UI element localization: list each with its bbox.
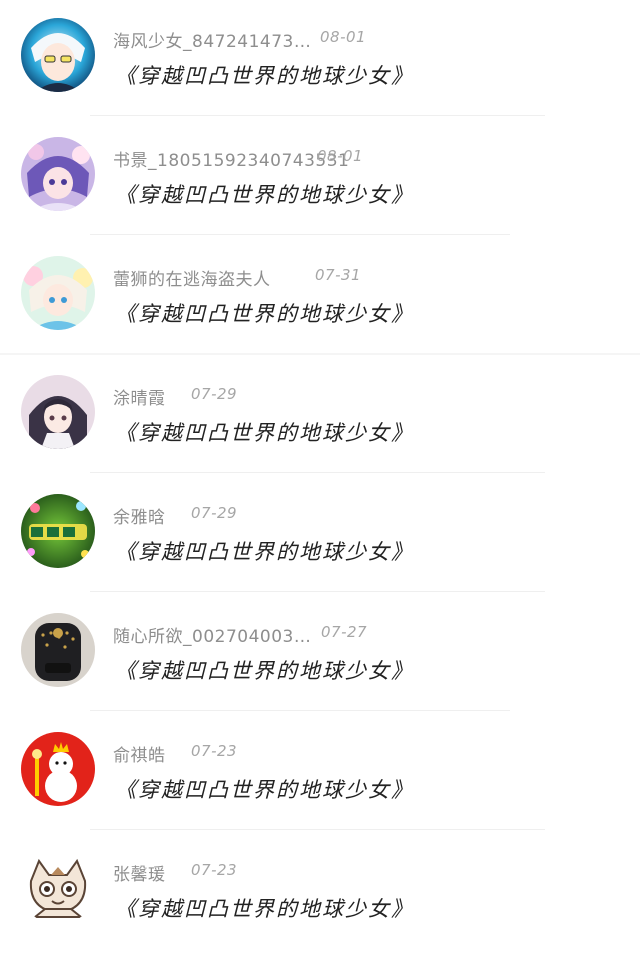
username[interactable]: 蕾狮的在逃海盗夫人 — [113, 270, 271, 290]
comment-item[interactable]: 蕾狮的在逃海盗夫人 07-31 《穿越凹凸世界的地球少女》 — [0, 238, 640, 357]
comment-date: 07-27 — [321, 623, 368, 641]
comment-meta: 书景_1805159234074353​1 08-01 — [113, 146, 363, 171]
comment-text: 《穿越凹凸世界的地球少女》 — [115, 659, 414, 683]
snowman-mascot-avatar-icon[interactable] — [21, 732, 95, 806]
divider — [90, 710, 510, 711]
username[interactable]: 海风少女_847241473… — [113, 32, 311, 52]
comment-date: 07-31 — [315, 266, 362, 284]
username[interactable]: 涂晴霞 — [113, 389, 166, 409]
divider — [90, 472, 545, 473]
comment-text: 《穿越凹凸世界的地球少女》 — [115, 302, 414, 326]
comment-meta: 张馨瑗 07-23 — [113, 860, 237, 885]
comment-item[interactable]: 随心所欲_002704003… 07-27 《穿越凹凸世界的地球少女》 — [0, 595, 640, 714]
comment-item[interactable]: 海风少女_847241473… 08-01 《穿越凹凸世界的地球少女》 — [0, 0, 640, 119]
black-backpack-avatar-icon[interactable] — [21, 613, 95, 687]
comment-meta: 涂晴霞 07-29 — [113, 384, 237, 409]
divider — [90, 115, 545, 116]
comment-text: 《穿越凹凸世界的地球少女》 — [115, 897, 414, 921]
comment-list: 海风少女_847241473… 08-01 《穿越凹凸世界的地球少女》 书景_1… — [0, 0, 640, 960]
username[interactable]: 随心所欲_002704003… — [113, 627, 311, 647]
anime-boy-avatar-icon[interactable] — [21, 18, 95, 92]
comment-item[interactable]: 书景_1805159234074353​1 08-01 《穿越凹凸世界的地球少女… — [0, 119, 640, 238]
dark-hair-girl-avatar-icon[interactable] — [21, 375, 95, 449]
comment-item[interactable]: 涂晴霞 07-29 《穿越凹凸世界的地球少女》 — [0, 357, 640, 476]
cartoon-cat-avatar-icon[interactable] — [21, 851, 95, 925]
divider — [90, 829, 545, 830]
comment-meta: 蕾狮的在逃海盗夫人 07-31 — [113, 265, 361, 290]
comment-meta: 海风少女_847241473… 08-01 — [113, 27, 366, 52]
comment-text: 《穿越凹凸世界的地球少女》 — [115, 183, 414, 207]
comment-date: 08-01 — [317, 147, 364, 165]
comment-text: 《穿越凹凸世界的地球少女》 — [115, 421, 414, 445]
comment-date: 07-23 — [191, 742, 238, 760]
divider — [0, 353, 640, 355]
comment-item[interactable]: 张馨瑗 07-23 《穿越凹凸世界的地球少女》 — [0, 833, 640, 952]
divider — [90, 234, 510, 235]
comment-text: 《穿越凹凸世界的地球少女》 — [115, 64, 414, 88]
comment-text: 《穿越凹凸世界的地球少女》 — [115, 778, 414, 802]
green-youth-text-avatar-icon[interactable] — [21, 494, 95, 568]
comment-date: 08-01 — [320, 28, 367, 46]
comment-text: 《穿越凹凸世界的地球少女》 — [115, 540, 414, 564]
comment-date: 07-23 — [191, 861, 238, 879]
comment-meta: 俞祺皓 07-23 — [113, 741, 237, 766]
purple-hair-anime-avatar-icon[interactable] — [21, 137, 95, 211]
comment-meta: 余雅晗 07-29 — [113, 503, 237, 528]
username[interactable]: 余雅晗 — [113, 508, 166, 528]
divider — [90, 591, 545, 592]
username[interactable]: 张馨瑗 — [113, 865, 166, 885]
comment-item[interactable]: 俞祺皓 07-23 《穿越凹凸世界的地球少女》 — [0, 714, 640, 833]
comment-date: 07-29 — [191, 385, 238, 403]
comment-date: 07-29 — [191, 504, 238, 522]
comment-meta: 随心所欲_002704003… 07-27 — [113, 622, 367, 647]
comment-item[interactable]: 余雅晗 07-29 《穿越凹凸世界的地球少女》 — [0, 476, 640, 595]
username[interactable]: 书景_1805159234074353​1 — [113, 151, 349, 171]
pastel-anime-avatar-icon[interactable] — [21, 256, 95, 330]
username[interactable]: 俞祺皓 — [113, 746, 166, 766]
